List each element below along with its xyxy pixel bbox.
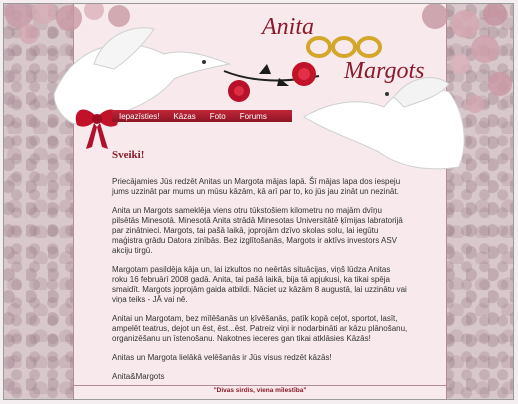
site-title-anita: Anita <box>262 14 314 40</box>
main-content: Sveiki! Priecājamies Jūs redzēt Anitas u… <box>112 150 408 391</box>
page-frame: Anita Margots Iepazīsties! Kāzas Foto Fo… <box>3 3 514 400</box>
nav-item-iepazisties[interactable]: Iepazīsties! <box>112 112 166 121</box>
story-paragraph: Anita un Margots sameklēja viens otru tū… <box>112 206 403 255</box>
wish-paragraph: Anitas un Margota lielākā velēšanās ir J… <box>112 353 332 362</box>
nav-item-forums[interactable]: Forums <box>233 112 274 121</box>
page-heading: Sveiki! <box>112 149 145 161</box>
nav-item-kazas[interactable]: Kāzas <box>166 112 202 121</box>
nav-item-foto[interactable]: Foto <box>203 112 233 121</box>
footer-motto: "Divas sirdis, viena mīlestība" <box>73 385 447 396</box>
dove-left-image <box>53 27 231 125</box>
main-nav: Iepazīsties! Kāzas Foto Forums <box>112 110 292 122</box>
proposal-paragraph: Margotam pasildēja kāja un, lai izkultos… <box>112 265 407 304</box>
roses-image <box>223 62 320 102</box>
hobbies-paragraph: Anitai un Margotam, bez mīlēšanās un ķīv… <box>112 314 408 343</box>
signature-paragraph: Anita&Margots <box>112 372 165 381</box>
red-bow-image <box>75 109 119 149</box>
site-title-margots: Margots <box>344 58 425 84</box>
intro-paragraph: Priecājamies Jūs redzēt Anitas un Margot… <box>112 177 401 196</box>
header: Anita Margots <box>4 4 513 170</box>
